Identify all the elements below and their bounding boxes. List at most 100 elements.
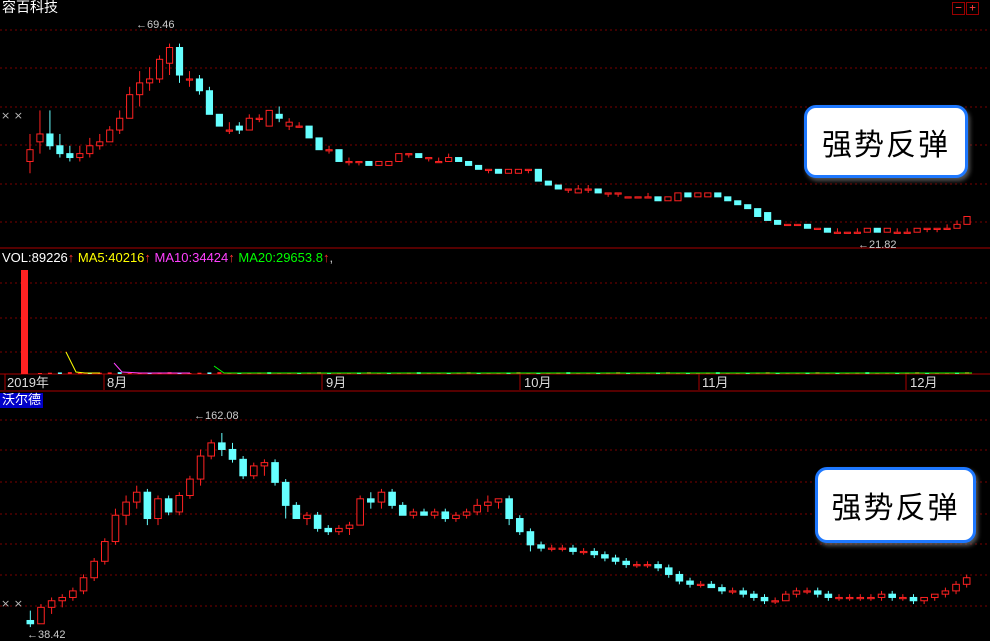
bottom-candle-candle [345,524,354,529]
bottom-candle-candle [441,511,450,520]
top-candle-candle [96,141,104,147]
top-candle-candle [694,192,702,198]
top-candle-candle [425,157,433,160]
ma10-arrow: ↑ [228,250,235,265]
volume-bar [57,372,62,374]
bottom-candle-candle [622,560,630,566]
top-candle-candle [544,180,552,186]
bottom-candle-candle [196,455,205,480]
bottom-candle-candle [792,590,801,595]
bottom-candle-candle [218,442,226,450]
top-candle-candle [594,188,602,194]
volume-bar [47,372,52,374]
volume-bar [67,372,72,374]
bottom-candle-candle [409,511,418,516]
top-candle-candle [833,231,842,234]
top-candle-candle [744,204,752,210]
zoom-in-button[interactable]: + [966,2,979,15]
bottom-candle-candle [132,491,141,503]
top-candle-candle [325,149,333,152]
top-candle-candle [355,160,363,164]
ma5-value: 40216 [108,250,145,265]
top-candle-candle [654,196,662,202]
bottom-candle-candle [930,593,939,598]
top-candle-candle [66,153,74,159]
bottom-candle-candle [547,547,556,550]
bottom-candle-candle [356,498,364,526]
bottom-candle-candle [867,596,875,600]
volume-bar [207,372,212,374]
zoom-out-button[interactable]: − [952,2,965,15]
top-candle-candle [674,192,682,202]
top-candle-candle [86,145,94,155]
bottom-candle-candle [122,501,130,516]
top-candle-candle [385,160,393,166]
top-candle-candle [146,78,154,84]
bottom-candle-candle [101,541,109,562]
top-candle-candle [803,223,812,229]
top-candle-candle [225,129,233,132]
top-candle-candle [634,196,642,199]
bottom-candle-candle [388,491,396,506]
top-candle-candle [116,117,124,131]
top-candle-candle [335,149,343,162]
bottom-candle-candle [824,593,833,598]
top-candle-candle [265,109,273,127]
ma20-line [213,365,972,374]
bottom-candle-candle [643,564,652,567]
volume-bar [127,373,132,374]
bottom-candle-candle [675,573,684,582]
top-candle-candle [764,212,772,221]
top-candle-candle [136,82,144,96]
bottom-candle-candle [69,590,77,598]
top-candle-candle [474,164,483,170]
top-candle-candle [275,113,283,119]
bottom-candle-candle [633,564,641,567]
top-candle-candle [106,129,114,143]
bottom-candle-candle [430,511,439,516]
bottom-candle-candle [143,491,152,520]
volume-bar [117,372,122,374]
top-candle-candle [953,223,961,229]
top-candle-candle [56,145,64,155]
stock-chart-window: 容百科技 − + × × × × VOL:89226↑,MA5:40216↑,M… [0,0,990,641]
bottom-candle-candle [781,593,790,602]
top-candle-candle [963,215,971,225]
top-candle-candle [46,133,54,147]
top-candle-candle [754,208,762,217]
ma20-value: 29653.8 [275,250,323,265]
bottom-candle-candle [569,547,577,552]
volume-bar [37,373,42,374]
bottom-candle-candle [920,596,928,602]
top-candle-candle [345,160,353,164]
bottom-candle-candle [26,619,35,625]
bottom-candle-candle [601,554,609,559]
top-candle-candle [195,78,204,92]
top-candle-candle [245,117,253,131]
ma5-arrow: ↑ [144,250,151,265]
bottom-candle-candle [164,498,173,513]
bottom-candle-candle [654,564,662,569]
x-label-oct: 10月 [524,375,552,390]
min-price-label-top: ←21.82 [858,239,897,251]
bottom-candle-candle [79,577,88,592]
cross-marker-top: × × [1,109,23,122]
ma10-value: 34424 [192,250,229,265]
bottom-candle-candle [835,596,843,600]
bottom-candle-candle [58,596,67,602]
top-candle-candle [614,192,622,195]
top-candle-candle [405,153,413,156]
top-candle-candle [644,196,652,199]
bottom-candle-candle [845,596,854,600]
top-candle-candle [255,117,263,120]
cross-marker-bottom: × × [1,597,23,610]
bottom-candle-candle [664,567,673,575]
bottom-candle-candle [750,593,758,598]
bottom-candle-candle [611,557,620,562]
bottom-candle-candle [260,462,269,467]
top-candle-candle [714,192,722,198]
bottom-candle-candle [696,583,705,587]
top-candle-candle [873,227,881,233]
bottom-candle-candle [803,590,811,593]
top-candle-candle [315,137,323,151]
